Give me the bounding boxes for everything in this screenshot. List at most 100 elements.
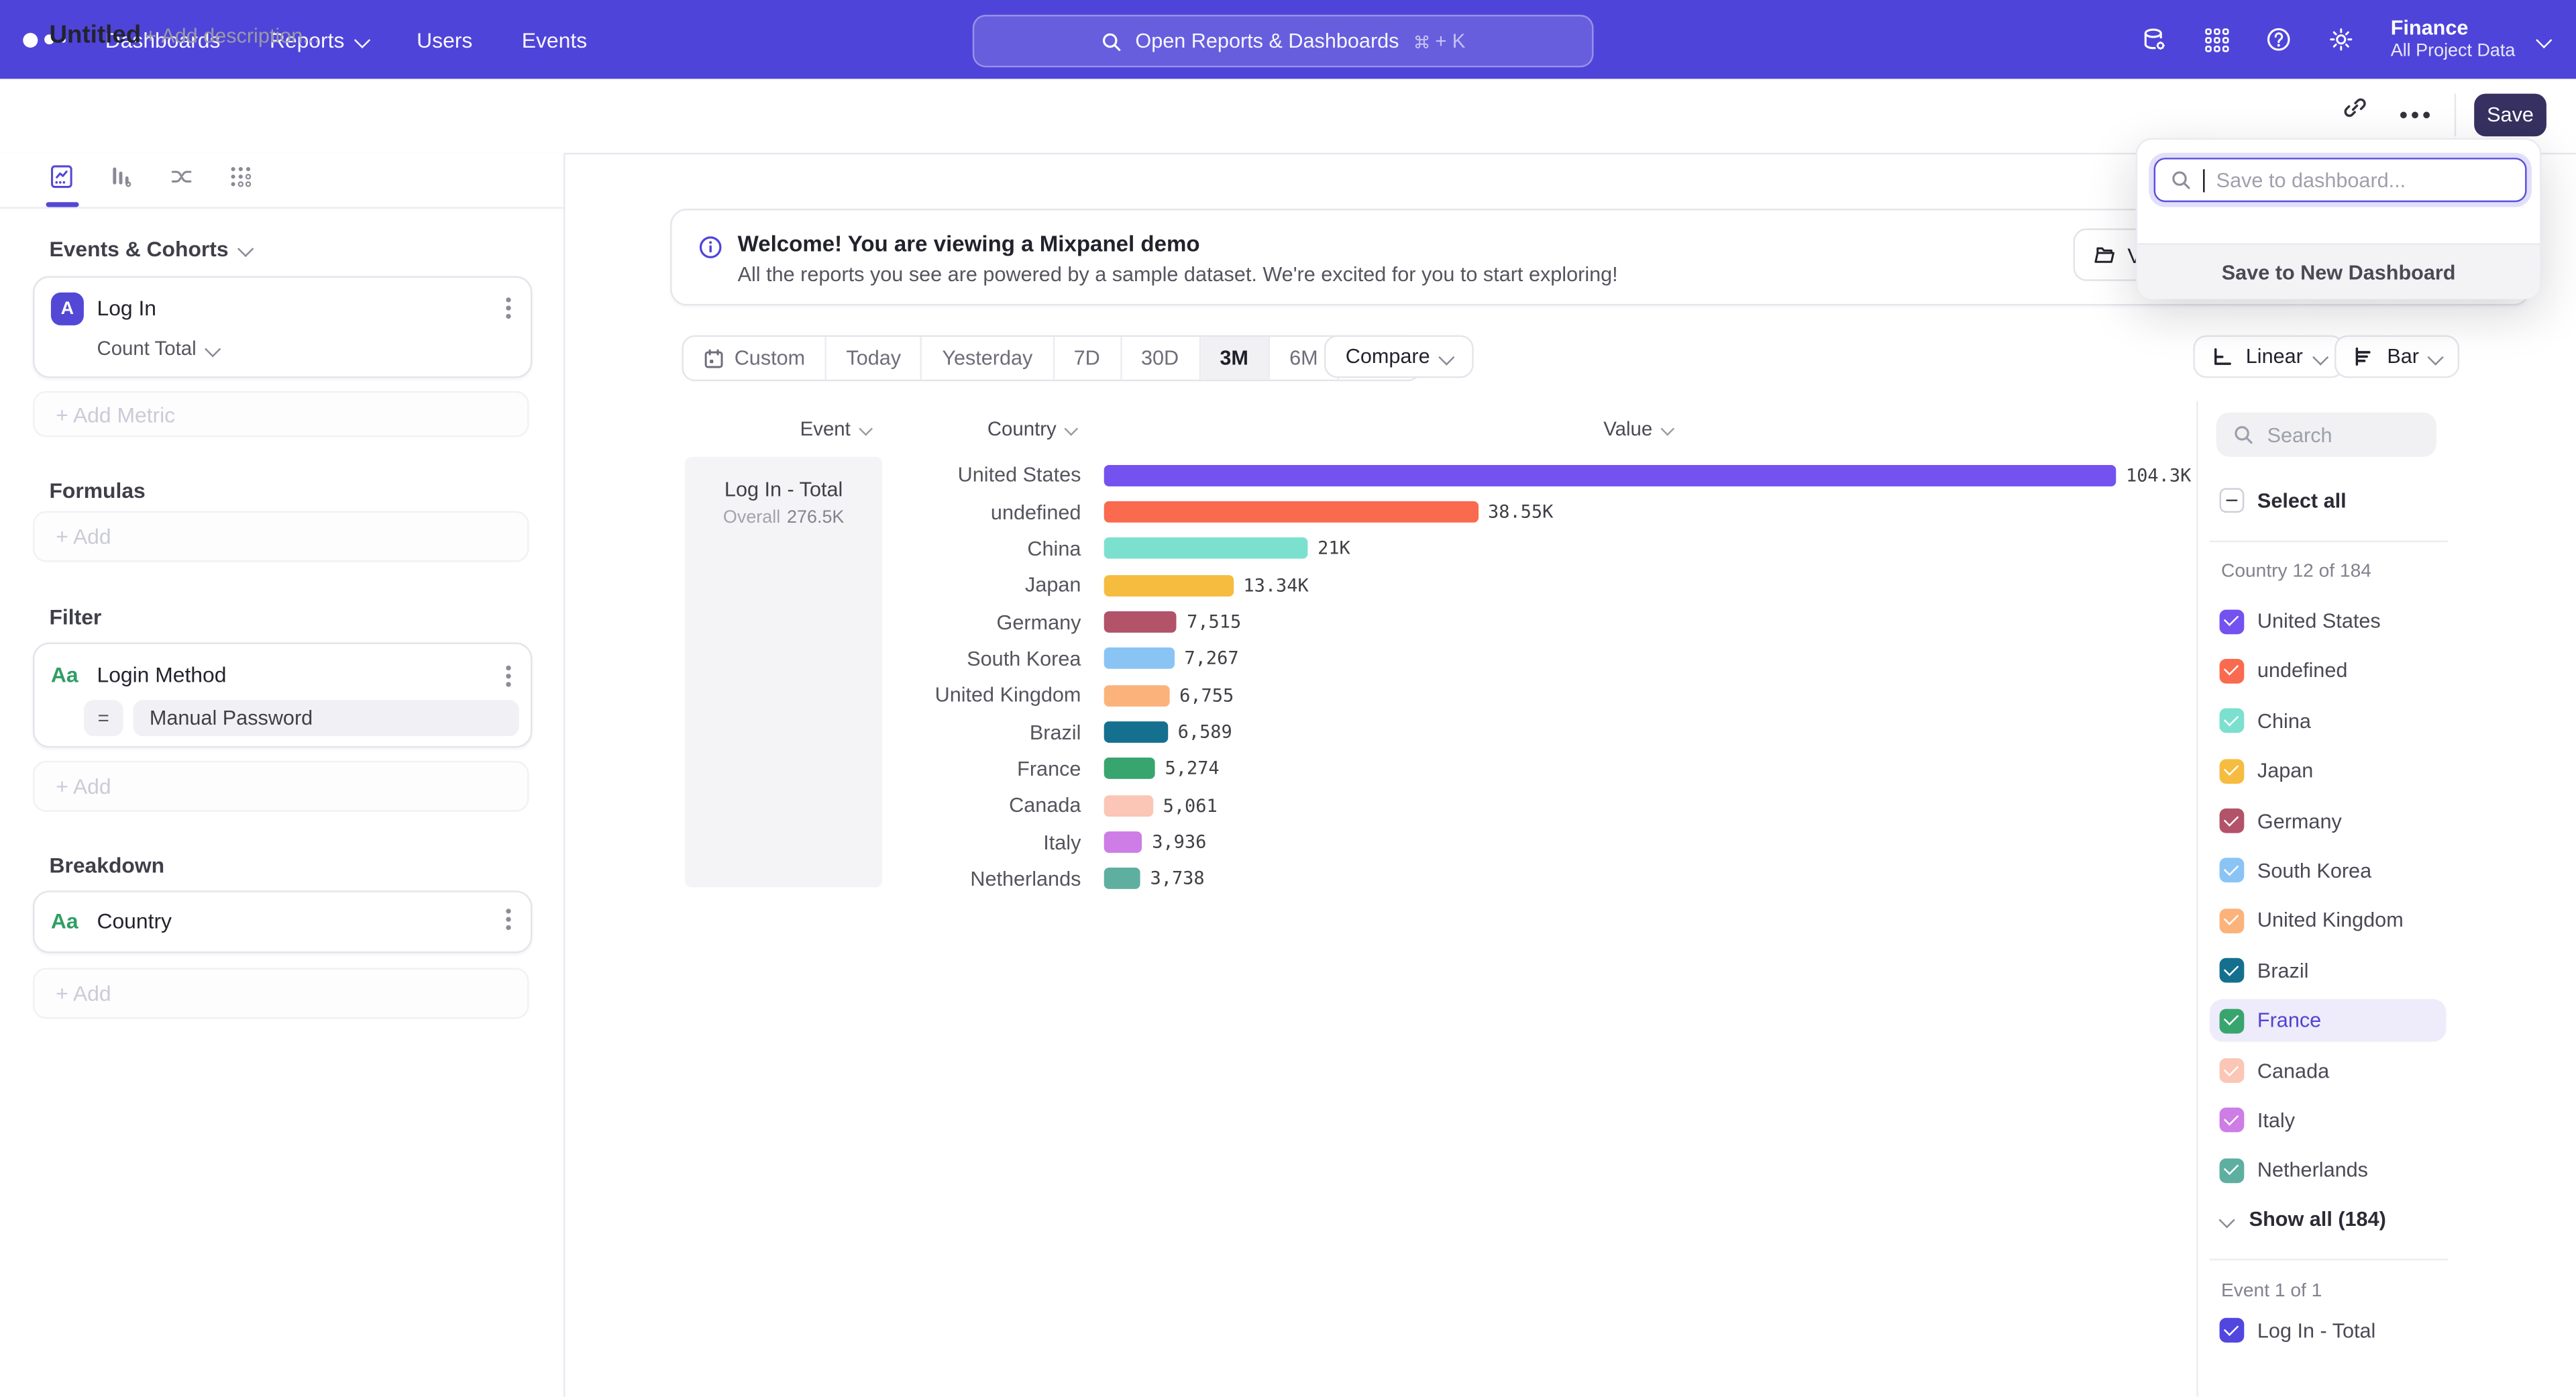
tab-insights[interactable] bbox=[49, 164, 74, 189]
bar[interactable] bbox=[1104, 538, 1308, 560]
add-metric-button[interactable]: + Add Metric bbox=[33, 391, 529, 437]
country-row-italy[interactable]: Italy bbox=[2210, 1099, 2447, 1142]
country-row-netherlands[interactable]: Netherlands bbox=[2210, 1149, 2447, 1192]
events-cohorts-header[interactable]: Events & Cohorts bbox=[49, 237, 251, 262]
bar-category-label: Germany bbox=[896, 611, 1104, 633]
country-row-south-korea[interactable]: South Korea bbox=[2210, 849, 2447, 892]
bar[interactable] bbox=[1104, 464, 2116, 486]
bar[interactable] bbox=[1104, 501, 1479, 523]
country-row-brazil[interactable]: Brazil bbox=[2210, 949, 2447, 992]
select-all-checkbox[interactable] bbox=[2220, 488, 2245, 513]
scale-dropdown[interactable]: Linear bbox=[2193, 335, 2344, 378]
country-row-germany[interactable]: Germany bbox=[2210, 800, 2447, 843]
filter-property[interactable]: Login Method bbox=[97, 662, 226, 687]
metric-aggregation[interactable]: Count Total bbox=[97, 337, 217, 360]
bar[interactable] bbox=[1104, 574, 1234, 596]
filter-value[interactable]: Manual Password bbox=[133, 700, 519, 736]
metric-card[interactable]: A Log In Count Total bbox=[33, 276, 532, 378]
more-menu-icon[interactable] bbox=[2412, 112, 2418, 119]
country-checkbox[interactable] bbox=[2220, 1158, 2245, 1183]
country-row-undefined[interactable]: undefined bbox=[2210, 650, 2447, 692]
breakdown-kebab-icon[interactable] bbox=[506, 917, 511, 922]
country-checkbox[interactable] bbox=[2220, 809, 2245, 833]
country-checkbox[interactable] bbox=[2220, 709, 2245, 733]
country-row-china[interactable]: China bbox=[2210, 700, 2447, 743]
chart-row: Italy3,936 bbox=[896, 824, 2197, 861]
tab-funnels[interactable] bbox=[109, 164, 133, 189]
country-checkbox[interactable] bbox=[2220, 958, 2245, 983]
settings-gear-icon[interactable] bbox=[2328, 26, 2355, 52]
breakdown-add-button[interactable]: + Add bbox=[33, 968, 529, 1019]
breakdown-property[interactable]: Country bbox=[97, 909, 172, 933]
chart-row: France5,274 bbox=[896, 751, 2197, 788]
nav-item-users[interactable]: Users bbox=[417, 27, 472, 52]
project-chevron-down-icon[interactable] bbox=[2536, 32, 2552, 48]
breakdown-card[interactable]: Aa Country bbox=[33, 890, 532, 953]
nav-item-events[interactable]: Events bbox=[522, 27, 587, 52]
global-search-button[interactable]: Open Reports & Dashboards + K bbox=[973, 15, 1594, 67]
column-header-value[interactable]: Value bbox=[1603, 417, 1672, 440]
date-range-yesterday[interactable]: Yesterday bbox=[922, 337, 1054, 380]
segment-search-input[interactable]: Search bbox=[2216, 413, 2436, 457]
column-header-country[interactable]: Country bbox=[987, 417, 1076, 440]
country-row-united-states[interactable]: United States bbox=[2210, 600, 2447, 643]
bar[interactable] bbox=[1104, 721, 1168, 743]
report-title[interactable]: Untitled bbox=[49, 21, 141, 50]
country-row-france[interactable]: France bbox=[2210, 999, 2447, 1042]
bar[interactable] bbox=[1104, 868, 1140, 890]
country-row-japan[interactable]: Japan bbox=[2210, 749, 2447, 792]
copy-link-icon[interactable] bbox=[2343, 95, 2367, 120]
country-checkbox[interactable] bbox=[2220, 1008, 2245, 1033]
filter-add-button[interactable]: + Add bbox=[33, 761, 529, 812]
select-all-row[interactable]: Select all bbox=[2210, 488, 2347, 513]
chart-type-dropdown[interactable]: Bar bbox=[2334, 335, 2460, 378]
event-summary-panel[interactable]: Log In - Total Overall276.5K bbox=[685, 457, 882, 888]
country-checkbox[interactable] bbox=[2220, 659, 2245, 684]
tab-flows[interactable] bbox=[169, 164, 194, 189]
bar[interactable] bbox=[1104, 648, 1175, 670]
help-icon[interactable] bbox=[2266, 26, 2292, 52]
date-range-30d[interactable]: 30D bbox=[1122, 337, 1200, 380]
bar-chart-icon bbox=[2353, 345, 2375, 368]
save-to-dashboard-popover: Save to dashboard... Save to New Dashboa… bbox=[2136, 138, 2542, 296]
filter-operator[interactable]: = bbox=[84, 700, 123, 736]
bar[interactable] bbox=[1104, 685, 1170, 707]
bar[interactable] bbox=[1104, 758, 1155, 780]
project-switcher[interactable]: Finance All Project Data bbox=[2391, 17, 2516, 62]
country-checkbox[interactable] bbox=[2220, 858, 2245, 883]
save-to-new-dashboard-button[interactable]: Save to New Dashboard bbox=[2137, 243, 2540, 299]
formulas-add-button[interactable]: + Add bbox=[33, 511, 529, 562]
bar-value-label: 13.34K bbox=[1243, 574, 1308, 596]
country-checkbox[interactable] bbox=[2220, 1108, 2245, 1133]
event-checkbox[interactable] bbox=[2220, 1318, 2245, 1343]
event-checkbox-row[interactable]: Log In - Total bbox=[2210, 1318, 2375, 1343]
country-checkbox[interactable] bbox=[2220, 609, 2245, 633]
filter-kebab-icon[interactable] bbox=[506, 674, 511, 678]
metric-kebab-icon[interactable] bbox=[506, 306, 511, 311]
save-button[interactable]: Save bbox=[2474, 94, 2546, 137]
country-row-united-kingdom[interactable]: United Kingdom bbox=[2210, 899, 2447, 942]
date-range-custom[interactable]: Custom bbox=[684, 337, 826, 380]
country-checkbox[interactable] bbox=[2220, 1058, 2245, 1083]
save-dashboard-search-input[interactable]: Save to dashboard... bbox=[2154, 158, 2527, 202]
country-row-canada[interactable]: Canada bbox=[2210, 1049, 2447, 1092]
chart-row: South Korea7,267 bbox=[896, 640, 2197, 677]
bar[interactable] bbox=[1104, 795, 1153, 817]
filter-card[interactable]: Aa Login Method = Manual Password bbox=[33, 643, 532, 748]
apps-grid-icon[interactable] bbox=[2205, 27, 2230, 52]
tab-retention[interactable] bbox=[228, 164, 253, 189]
show-all-row[interactable]: Show all (184) bbox=[2210, 1208, 2386, 1231]
data-management-icon[interactable] bbox=[2141, 25, 2169, 54]
chart-row: Japan13.34K bbox=[896, 567, 2197, 604]
date-range-7d[interactable]: 7D bbox=[1054, 337, 1121, 380]
add-description-field[interactable]: + Add description... bbox=[145, 25, 320, 48]
bar[interactable] bbox=[1104, 611, 1177, 633]
bar[interactable] bbox=[1104, 831, 1142, 853]
metric-event-name[interactable]: Log In bbox=[97, 296, 156, 321]
date-range-3m[interactable]: 3M bbox=[1200, 337, 1270, 380]
country-checkbox[interactable] bbox=[2220, 909, 2245, 933]
compare-button[interactable]: Compare bbox=[1324, 335, 1474, 378]
date-range-today[interactable]: Today bbox=[826, 337, 922, 380]
country-checkbox[interactable] bbox=[2220, 759, 2245, 784]
column-header-event[interactable]: Event bbox=[800, 417, 871, 440]
